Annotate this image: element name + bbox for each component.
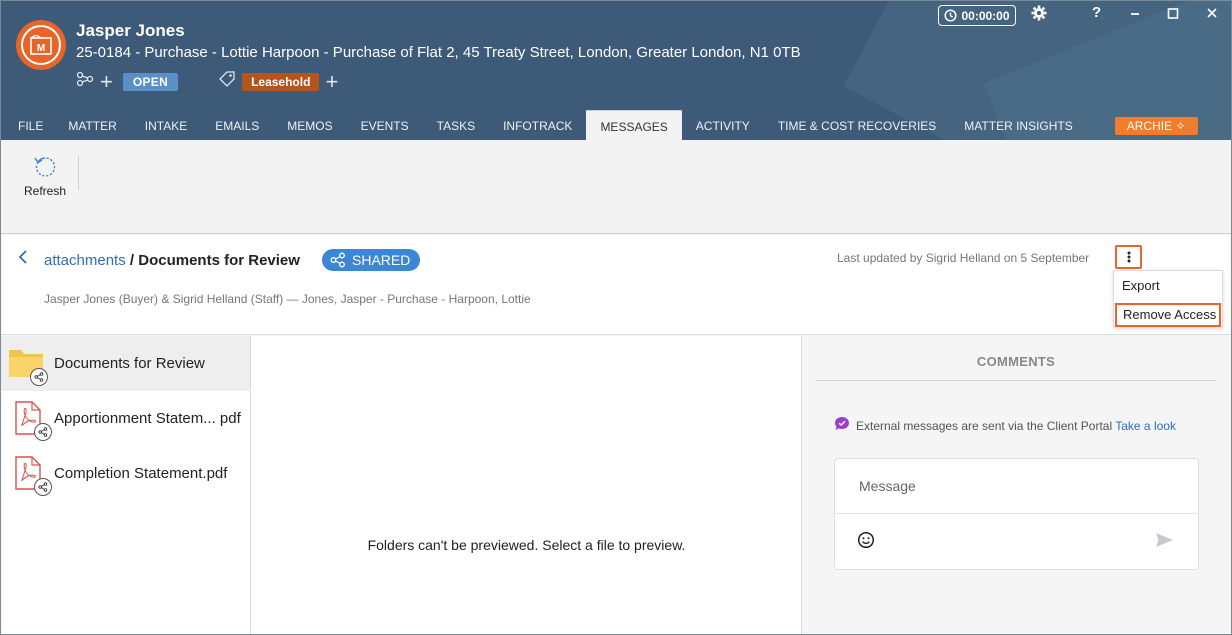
- matter-description: 25-0184 - Purchase - Lottie Harpoon - Pu…: [76, 44, 801, 61]
- list-item[interactable]: Completion Statement.pdf: [0, 446, 250, 501]
- message-input[interactable]: [835, 459, 1198, 514]
- file-name: Documents for Review: [54, 355, 205, 372]
- file-list: Documents for Review Apportionment State…: [0, 336, 251, 635]
- client-name: Jasper Jones: [76, 21, 185, 40]
- take-a-look-link[interactable]: Take a look: [1115, 419, 1176, 433]
- tab-file[interactable]: FILE: [0, 110, 54, 140]
- archie-label: ARCHIE: [1126, 119, 1173, 133]
- add-tag-icon[interactable]: +: [325, 70, 338, 92]
- emoji-icon[interactable]: [857, 531, 875, 554]
- shared-overlay-icon: [30, 367, 48, 386]
- ribbon-toolbar: Refresh: [0, 140, 1232, 234]
- file-name: Apportionment Statem... pdf: [54, 410, 241, 427]
- add-relationship-icon[interactable]: +: [100, 70, 113, 92]
- tab-activity[interactable]: ACTIVITY: [682, 110, 764, 140]
- client-portal-note: External messages are sent via the Clien…: [834, 416, 1184, 438]
- timer-value: 00:00:00: [961, 8, 1010, 23]
- tab-archie[interactable]: ARCHIE ✧: [1101, 110, 1212, 140]
- refresh-button[interactable]: Refresh: [22, 154, 68, 198]
- minimize-button[interactable]: [1129, 4, 1141, 25]
- shared-badge[interactable]: SHARED: [322, 249, 421, 271]
- menu-item-remove-access[interactable]: Remove Access: [1115, 303, 1221, 327]
- more-options-button[interactable]: [1115, 245, 1142, 269]
- preview-pane: Folders can't be previewed. Select a fil…: [251, 336, 802, 635]
- tab-tasks[interactable]: TASKS: [423, 110, 489, 140]
- help-button[interactable]: ?: [1092, 4, 1101, 21]
- tab-bar: FILE MATTER INTAKE EMAILS MEMOS EVENTS T…: [0, 110, 1212, 140]
- back-chevron-icon[interactable]: [18, 249, 28, 270]
- sparkle-icon: ✧: [1175, 119, 1186, 133]
- tab-memos[interactable]: MEMOS: [273, 110, 346, 140]
- pdf-file-icon: [14, 455, 52, 496]
- breadcrumb-attachments-link[interactable]: attachments: [44, 252, 126, 269]
- participants-text: Jasper Jones (Buyer) & Sigrid Helland (S…: [44, 292, 531, 306]
- close-button[interactable]: [1206, 4, 1218, 25]
- share-icon: [330, 252, 345, 268]
- comments-panel: COMMENTS External messages are sent via …: [802, 336, 1232, 635]
- clock-icon: [944, 9, 958, 22]
- comments-title: COMMENTS: [816, 336, 1216, 381]
- tab-matter-insights[interactable]: MATTER INSIGHTS: [950, 110, 1086, 140]
- settings-gear-icon[interactable]: [1031, 5, 1047, 26]
- folder-info-bar: attachments / Documents for Review SHARE…: [0, 235, 1232, 335]
- shared-label: SHARED: [352, 252, 411, 268]
- tab-matter[interactable]: MATTER: [54, 110, 130, 140]
- tag-icon[interactable]: [218, 70, 236, 93]
- message-composer: [834, 458, 1199, 570]
- preview-message: Folders can't be previewed. Select a fil…: [367, 537, 686, 553]
- status-badge[interactable]: OPEN: [122, 72, 179, 91]
- list-item[interactable]: Apportionment Statem... pdf: [0, 391, 250, 446]
- refresh-label: Refresh: [23, 184, 67, 198]
- matter-header: M Jasper Jones 25-0184 - Purchase - Lott…: [0, 0, 1232, 140]
- chat-bubble-icon: [834, 416, 850, 438]
- tab-time-cost-recoveries[interactable]: TIME & COST RECOVERIES: [764, 110, 950, 140]
- tab-intake[interactable]: INTAKE: [131, 110, 201, 140]
- svg-text:M: M: [37, 43, 45, 54]
- tab-events[interactable]: EVENTS: [347, 110, 423, 140]
- breadcrumb-current: Documents for Review: [138, 252, 300, 269]
- tag-badge[interactable]: Leasehold: [242, 72, 320, 91]
- timer-button[interactable]: 00:00:00: [938, 5, 1016, 26]
- last-updated-text: Last updated by Sigrid Helland on 5 Sept…: [837, 251, 1090, 265]
- list-item[interactable]: Documents for Review: [0, 336, 250, 391]
- file-name: Completion Statement.pdf: [54, 465, 228, 482]
- options-menu: Export Remove Access: [1113, 270, 1223, 328]
- folder-icon: [8, 346, 48, 386]
- tab-infotrack[interactable]: INFOTRACK: [489, 110, 586, 140]
- shared-overlay-icon: [34, 477, 52, 496]
- send-icon[interactable]: [1155, 532, 1174, 553]
- pdf-file-icon: [14, 400, 52, 441]
- menu-item-export[interactable]: Export: [1114, 274, 1222, 298]
- refresh-icon: [34, 157, 56, 177]
- relationship-icon[interactable]: [76, 71, 94, 92]
- matter-logo-icon: M: [16, 20, 66, 70]
- restore-button[interactable]: [1167, 4, 1179, 25]
- tab-messages[interactable]: MESSAGES: [586, 110, 682, 140]
- shared-overlay-icon: [34, 422, 52, 441]
- breadcrumb: attachments / Documents for Review: [44, 252, 300, 269]
- tab-emails[interactable]: EMAILS: [201, 110, 273, 140]
- vertical-dots-icon: [1127, 251, 1130, 263]
